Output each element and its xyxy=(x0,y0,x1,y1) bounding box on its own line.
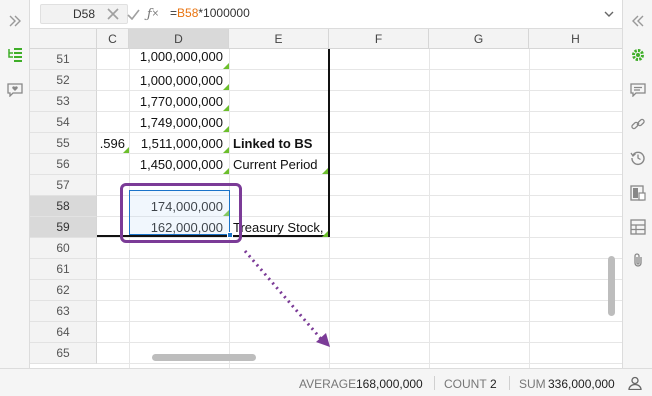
settings-gear-icon[interactable] xyxy=(630,47,646,63)
status-separator xyxy=(509,376,510,390)
status-separator xyxy=(434,376,435,390)
horizontal-scrollbar[interactable] xyxy=(152,354,256,361)
count-label: COUNT xyxy=(444,377,487,391)
vertical-scrollbar[interactable] xyxy=(608,256,615,316)
average-value: 168,000,000 xyxy=(356,377,423,391)
left-rail xyxy=(0,0,30,368)
sum-label: SUM xyxy=(519,377,546,391)
sum-value: 336,000,000 xyxy=(548,377,615,391)
comment-icon[interactable] xyxy=(630,82,646,98)
right-rail xyxy=(622,0,652,368)
collapse-chevrons-icon[interactable] xyxy=(630,13,646,29)
cancel-icon[interactable] xyxy=(104,5,122,23)
status-bar: AVERAGE 168,000,000 COUNT 2 SUM 336,000,… xyxy=(0,368,652,396)
confirm-check-icon[interactable] xyxy=(124,5,142,23)
function-fx-icon[interactable]: ƒ × xyxy=(144,5,162,23)
spreadsheet-grid[interactable]: C D E F G H 51 52 53 54 55 56 57 58 59 6… xyxy=(30,29,622,368)
expand-chevrons-icon[interactable] xyxy=(7,13,23,29)
outline-list-icon[interactable] xyxy=(7,47,23,63)
history-icon[interactable] xyxy=(630,150,646,166)
chevron-down-icon[interactable] xyxy=(600,5,618,23)
format-panel-icon[interactable] xyxy=(630,185,646,201)
attachment-paperclip-icon[interactable] xyxy=(630,252,646,268)
annotation-arrow-icon xyxy=(243,250,330,347)
count-value: 2 xyxy=(490,377,497,391)
formula-input[interactable]: =B58*1000000 xyxy=(170,6,250,20)
favorite-comment-icon[interactable] xyxy=(7,82,23,98)
link-icon[interactable] xyxy=(630,116,646,132)
average-label: AVERAGE xyxy=(299,377,357,391)
table-icon[interactable] xyxy=(630,219,646,235)
formula-bar: D58 ƒ × =B58*1000000 xyxy=(30,0,622,29)
user-account-icon[interactable] xyxy=(628,376,642,391)
